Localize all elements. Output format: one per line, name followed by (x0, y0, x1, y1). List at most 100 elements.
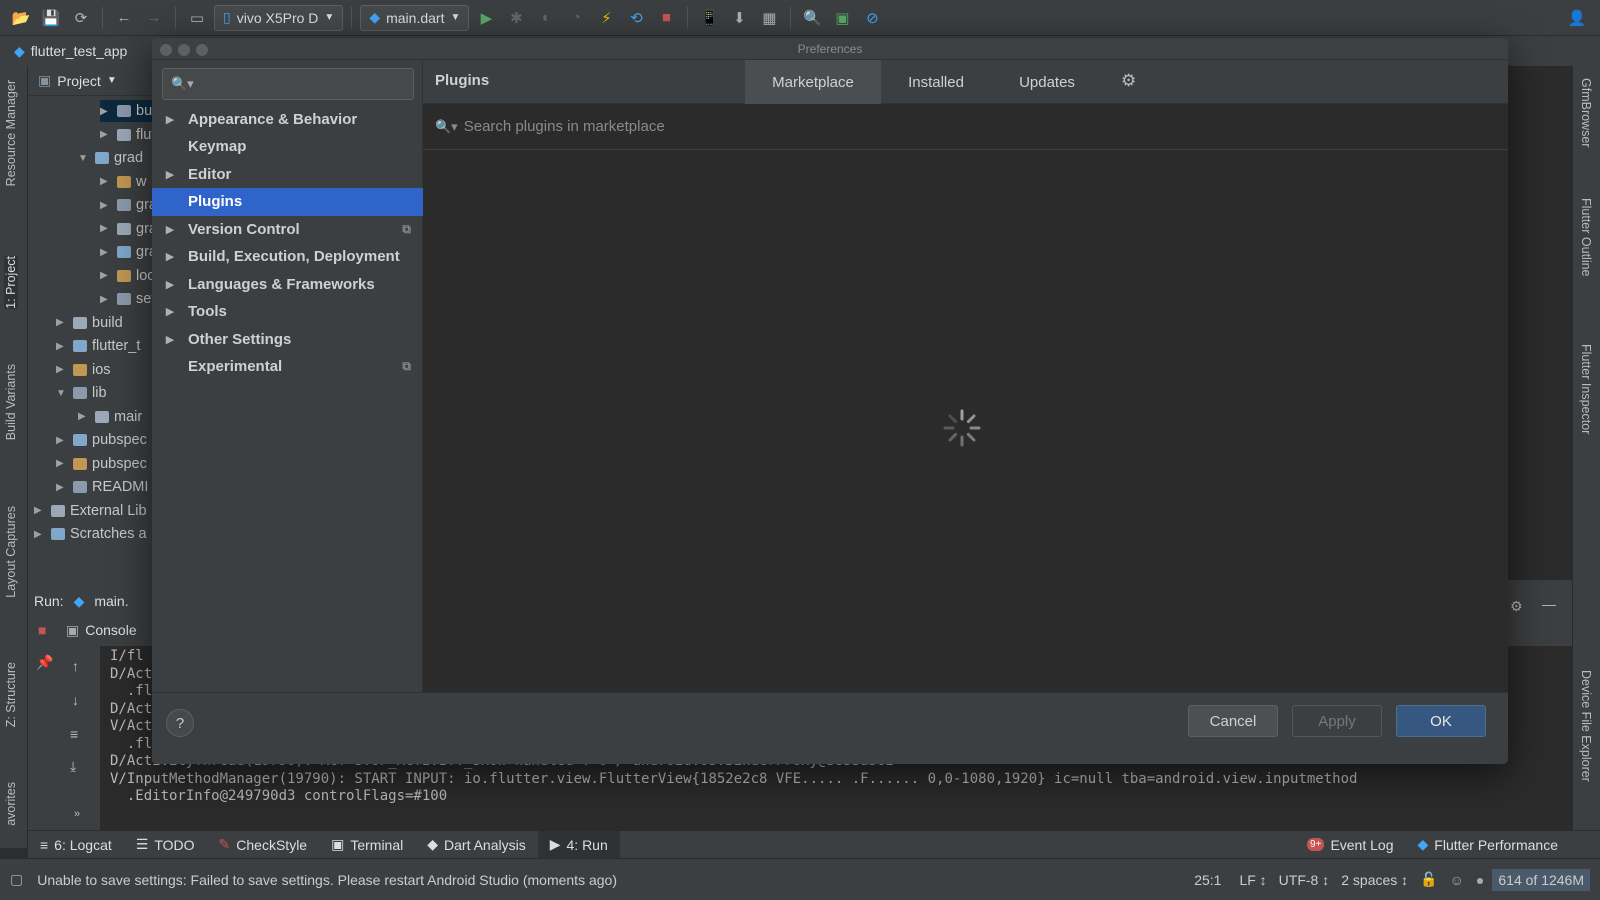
chevron-right-icon[interactable]: ▶ (100, 176, 112, 187)
stop-icon[interactable]: ■ (38, 622, 46, 638)
tree-row[interactable]: ▶ build (56, 312, 152, 334)
flutter-outline-tab[interactable]: Flutter Outline (1579, 198, 1593, 277)
project-tab[interactable]: 1: Project (4, 256, 18, 309)
device-file-explorer-tab[interactable]: Device File Explorer (1579, 670, 1593, 782)
memory-indicator[interactable]: 614 of 1246M (1492, 868, 1590, 891)
line-separator[interactable]: LF ↕ (1239, 872, 1266, 888)
notification-icon[interactable]: ● (1476, 872, 1484, 888)
soft-wrap-icon[interactable]: ≡ (70, 726, 78, 742)
chevron-right-icon[interactable]: ▶ (78, 411, 90, 422)
inspector-icon[interactable]: ☺ (1450, 872, 1464, 888)
save-icon[interactable]: 💾 (38, 5, 64, 31)
tree-row[interactable]: ▶ READMI (56, 476, 152, 498)
settings-nav-item[interactable]: Experimental ⧉ (152, 353, 423, 381)
open-folder-icon[interactable]: 📂 (8, 5, 34, 31)
tree-row[interactable]: ▶ pubspec (56, 429, 152, 451)
tree-row[interactable]: ▶ flutter_t (56, 335, 152, 357)
gear-icon[interactable]: ⚙ (1510, 598, 1523, 615)
status-message[interactable]: Unable to save settings: Failed to save … (37, 872, 617, 888)
avd-manager-icon[interactable]: 📱 (696, 5, 722, 31)
tree-row[interactable]: ▼ grad (78, 147, 152, 169)
ok-button[interactable]: OK (1396, 705, 1486, 737)
tree-row[interactable]: ▶ flutt (100, 124, 152, 146)
tree-row[interactable]: ▶ local (100, 265, 152, 287)
chevron-right-icon[interactable]: ▶ (100, 129, 112, 140)
tree-row[interactable]: ▶ pubspec (56, 453, 152, 475)
device-manager-icon[interactable]: ▭ (184, 5, 210, 31)
chevron-down-icon[interactable]: ▼ (78, 153, 90, 164)
toggle-panels-icon[interactable]: ▢ (10, 871, 23, 888)
chevron-right-icon[interactable]: ▶ (56, 341, 68, 352)
caret-position[interactable]: 25:1 (1194, 872, 1221, 888)
logcat-tab[interactable]: ≡ 6: Logcat (28, 831, 124, 859)
coverage-icon[interactable]: ◐ (533, 5, 559, 31)
flutter-inspector-tab[interactable]: Flutter Inspector (1579, 344, 1593, 434)
chevron-right-icon[interactable]: ▶ (34, 529, 46, 540)
tree-row[interactable]: ▼ lib (56, 382, 152, 404)
pin-icon[interactable]: 📌 (36, 654, 53, 671)
chevron-right-icon[interactable]: ▶ (100, 200, 112, 211)
scroll-to-end-icon[interactable]: ⤓ (70, 758, 76, 775)
layout-captures-tab[interactable]: Layout Captures (4, 506, 18, 598)
apply-button[interactable]: Apply (1292, 705, 1382, 737)
event-log-tab[interactable]: 9+ Event Log (1295, 831, 1405, 859)
settings-nav-item[interactable]: ▶ Build, Execution, Deployment (152, 243, 423, 271)
settings-nav-item[interactable]: ▶ Tools (152, 298, 423, 326)
settings-nav-item[interactable]: ▶ Languages & Frameworks (152, 270, 423, 298)
forward-arrow-icon[interactable]: → (141, 5, 167, 31)
project-structure-icon[interactable]: ▦ (756, 5, 782, 31)
minimize-icon[interactable]: — (1542, 596, 1556, 612)
plugin-search-field[interactable]: 🔍▾ Search plugins in marketplace (423, 104, 1508, 150)
tree-row[interactable]: ▶ w (100, 171, 152, 193)
tree-row[interactable]: ▶ buil (100, 100, 152, 122)
console-tab[interactable]: ▣ Console (66, 616, 137, 644)
settings-nav-item[interactable]: ▶ Editor (152, 160, 423, 188)
chevron-right-icon[interactable]: ▶ (100, 223, 112, 234)
tree-row[interactable]: ▶ ios (56, 359, 152, 381)
lock-icon[interactable]: 🔓 (1420, 871, 1437, 888)
user-account-icon[interactable]: 👤 (1564, 5, 1590, 31)
project-view-selector[interactable]: ▣ Project ▼ (28, 66, 152, 96)
close-window-icon[interactable] (160, 44, 172, 56)
hot-restart-icon[interactable]: ⟲ (623, 5, 649, 31)
run-tab[interactable]: main. (94, 593, 128, 609)
tree-row[interactable]: ▶ grad (100, 194, 152, 216)
indent-setting[interactable]: 2 spaces ↕ (1341, 872, 1408, 888)
scroll-down-icon[interactable]: ↓ (72, 692, 79, 708)
tree-row[interactable]: ▶ grad (100, 241, 152, 263)
checkstyle-tab[interactable]: ✎ CheckStyle (207, 831, 320, 859)
chevron-right-icon[interactable]: ▶ (100, 106, 112, 117)
settings-nav-item[interactable]: ▶ Other Settings (152, 325, 423, 353)
run-config-selector[interactable]: ◆ main.dart ▼ (360, 4, 470, 31)
flutter-performance-tab[interactable]: ◆ Flutter Performance (1406, 831, 1571, 859)
help-button[interactable]: ? (166, 709, 194, 737)
chevron-right-icon[interactable]: ▶ (56, 435, 68, 446)
gfm-browser-tab[interactable]: GfmBrowser (1579, 78, 1593, 147)
tab-marketplace[interactable]: Marketplace (745, 60, 881, 104)
search-icon[interactable]: 🔍 (799, 5, 825, 31)
tree-row[interactable]: ▶ External Lib (34, 500, 152, 522)
tab-installed[interactable]: Installed (881, 60, 991, 104)
chevron-right-icon[interactable]: ▶ (100, 294, 112, 305)
cancel-button[interactable]: Cancel (1188, 705, 1278, 737)
tree-row[interactable]: ▶ Scratches a (34, 523, 152, 545)
settings-nav-item[interactable]: ▶ Appearance & Behavior (152, 105, 423, 133)
run-window-tab[interactable]: ▶ 4: Run (537, 830, 620, 859)
chevron-right-icon[interactable]: ▶ (100, 270, 112, 281)
profiler-icon[interactable]: ▣ (829, 5, 855, 31)
chevron-right-icon[interactable]: ▶ (56, 458, 68, 469)
resource-manager-tab[interactable]: Resource Manager (4, 80, 18, 186)
project-name[interactable]: flutter_test_app (31, 43, 128, 59)
scroll-up-icon[interactable]: ↑ (72, 658, 79, 674)
minimize-window-icon[interactable] (178, 44, 190, 56)
tree-row[interactable]: ▶ grad (100, 218, 152, 240)
sdk-manager-icon[interactable]: ⬇ (726, 5, 752, 31)
profile-icon[interactable]: ◔ (563, 5, 589, 31)
settings-nav-item[interactable]: Keymap (152, 133, 423, 161)
sync-icon[interactable]: ⟳ (68, 5, 94, 31)
hot-reload-icon[interactable]: ⚡ (593, 5, 619, 31)
run-icon[interactable]: ▶ (473, 5, 499, 31)
tab-updates[interactable]: Updates (991, 60, 1103, 104)
build-variants-tab[interactable]: Build Variants (4, 364, 18, 440)
chevron-right-icon[interactable]: ▶ (100, 247, 112, 258)
